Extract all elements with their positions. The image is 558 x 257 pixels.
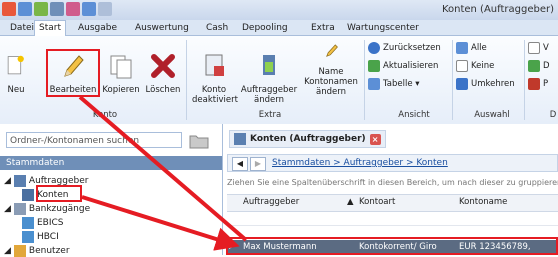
arrow-from-edit	[78, 95, 248, 242]
arrow-to-row	[81, 195, 240, 251]
annotation-arrows	[78, 95, 248, 251]
